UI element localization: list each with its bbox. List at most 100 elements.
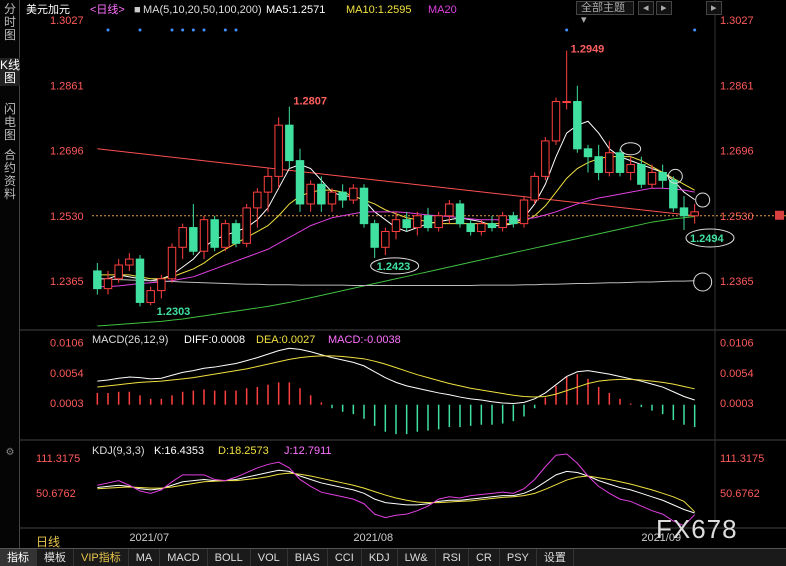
candle-body [157, 278, 166, 292]
candle-body [583, 148, 593, 158]
candle-body [530, 175, 539, 201]
signal-dot [565, 28, 569, 32]
bottom-toolbar: 指标 模板 VIP指标 MA MACD BOLL VOL BIAS CCI KDJ LW& RSI CR… [0, 548, 786, 566]
macd-tick-right: 0.0054 [720, 368, 754, 380]
candle-body [231, 223, 241, 244]
candle-body [338, 191, 347, 201]
candle-body [274, 124, 283, 177]
toolbar-item-11[interactable]: RSI [436, 548, 469, 566]
candle-body [285, 124, 294, 162]
header-ma-label: MA(5,10,20,50,100,200) [143, 4, 262, 16]
toolbar-item-13[interactable]: PSY [500, 548, 537, 566]
highlight-circle [695, 192, 711, 208]
price-marker [775, 210, 784, 220]
candle-body [306, 183, 315, 205]
candle-body [477, 223, 486, 233]
theme-select-button[interactable]: 全部主题 ▾ [576, 1, 634, 26]
toolbar-item-10[interactable]: LW& [398, 548, 436, 566]
candle-body [434, 215, 443, 229]
next-icon[interactable]: ▸ [656, 1, 672, 15]
candle-body [605, 152, 614, 173]
candle-body [423, 215, 433, 229]
trend-line [97, 148, 695, 217]
toolbar-item-0[interactable]: 指标 [0, 548, 37, 566]
price-tick-right: 1.2365 [720, 276, 754, 288]
candle-body [178, 227, 187, 248]
toolbar-item-5[interactable]: BOLL [208, 548, 251, 566]
candle-body [573, 101, 582, 150]
toolbar-item-4[interactable]: MACD [160, 548, 208, 566]
kdj-tick-right: 111.3175 [720, 453, 764, 465]
scroll-right-icon[interactable]: ▸ [706, 1, 722, 15]
signal-dot [223, 28, 227, 32]
annotation-high2: 1.2949 [571, 44, 605, 56]
price-tick-left: 1.2696 [50, 145, 84, 157]
header-ma-icon: ■ [134, 4, 141, 16]
candle-body [381, 231, 390, 248]
ma-line-ma100 [97, 278, 695, 286]
candle-body [509, 215, 518, 225]
header-symbol: 美元加元 [26, 3, 70, 16]
candle-body [242, 207, 251, 244]
kdj-tick-left: 50.6762 [36, 488, 76, 500]
date-tick: 2021/07 [129, 532, 169, 544]
chart-area[interactable]: 1.3027 1.3027 1.2861 1.2861 1.2696 1.2696 1.25… [0, 0, 786, 548]
candle-body [562, 101, 571, 104]
candle-body [658, 171, 667, 181]
toolbar-item-14[interactable]: 设置 [537, 548, 574, 566]
candle-body [615, 152, 625, 173]
signal-dot [181, 28, 185, 32]
toolbar-item-2[interactable]: VIP指标 [74, 548, 129, 566]
candle-body [637, 164, 646, 185]
header-ma5: MA5:1.2571 [266, 4, 325, 16]
candle-body [402, 219, 411, 229]
candle-body [210, 219, 219, 248]
toolbar-item-9[interactable]: KDJ [362, 548, 398, 566]
macd-tick-right: 0.0003 [720, 398, 754, 410]
toolbar-item-1[interactable]: 模板 [37, 548, 74, 566]
date-tick: 2021/08 [353, 532, 393, 544]
signal-dot [170, 28, 174, 32]
price-tick-left: 1.2365 [50, 276, 84, 288]
theme-select-label: 全部主题 [581, 2, 625, 14]
signal-dot [234, 28, 238, 32]
signal-dot [106, 28, 110, 32]
candle-body [103, 278, 113, 290]
candle-body [146, 290, 155, 303]
candle-body [445, 203, 454, 217]
candle-body [359, 187, 369, 225]
kdj-tick-right: 50.6762 [720, 488, 760, 500]
toolbar-item-8[interactable]: CCI [328, 548, 362, 566]
toolbar-item-7[interactable]: BIAS [288, 548, 328, 566]
candle-body [327, 191, 337, 205]
highlight-circle [620, 142, 642, 156]
toolbar-item-12[interactable]: CR [469, 548, 500, 566]
kdj-k-value: K:16.4353 [154, 445, 204, 457]
macd-label: MACD(26,12,9) [92, 334, 168, 346]
kdj-j-value: J:12.7911 [284, 445, 332, 457]
candle-body [263, 175, 273, 193]
prev-icon[interactable]: ◂ [638, 1, 654, 15]
candle-body [199, 219, 209, 252]
macd-diff-line [97, 347, 695, 405]
candle-body [487, 223, 497, 229]
highlight-circle [693, 272, 713, 292]
macd-tick-left: 0.0106 [50, 337, 84, 349]
candle-body [370, 223, 379, 248]
candle-body [519, 199, 529, 225]
toolbar-item-3[interactable]: MA [129, 548, 161, 566]
kdj-label: KDJ(9,3,3) [92, 445, 145, 457]
candle-body [647, 171, 657, 185]
macd-tick-right: 0.0106 [720, 337, 754, 349]
candle-body [466, 223, 475, 233]
header-ma20: MA20 [428, 4, 457, 16]
candle-body [125, 258, 134, 266]
candle-body [253, 191, 262, 209]
signal-dot [191, 28, 195, 32]
annotation-last-low: 1.2494 [690, 233, 725, 245]
candle-body [498, 215, 507, 229]
candle-body [189, 227, 198, 252]
price-tick-right: 1.2861 [720, 80, 754, 92]
toolbar-item-6[interactable]: VOL [251, 548, 288, 566]
candle-body [413, 215, 422, 229]
